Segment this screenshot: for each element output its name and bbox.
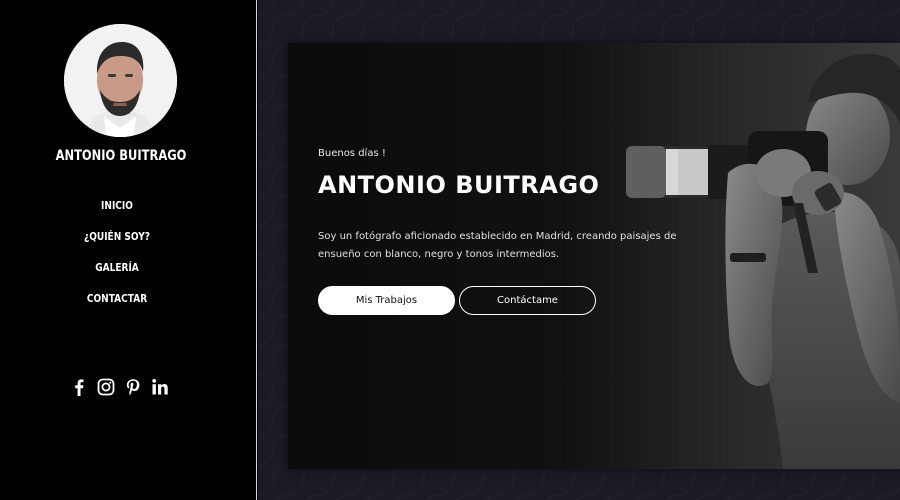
facebook-icon[interactable] <box>70 378 88 396</box>
my-works-button[interactable]: Mis Trabajos <box>318 286 455 315</box>
nav-item-galeria[interactable]: GALERÍA <box>21 258 213 289</box>
photographer-image <box>626 53 900 469</box>
profile-name: ANTONIO BUITRAGO <box>55 148 187 164</box>
nav-item-quien-soy[interactable]: ¿QUIÉN SOY? <box>21 227 213 258</box>
nav-item-contactar[interactable]: CONTACTAR <box>21 289 213 320</box>
pinterest-icon[interactable] <box>124 378 142 396</box>
social-links <box>70 376 180 398</box>
sidebar: ANTONIO BUITRAGO INICIO ¿QUIÉN SOY? GALE… <box>0 0 257 500</box>
instagram-icon[interactable] <box>97 378 115 396</box>
hero-greeting: Buenos días ! <box>318 148 386 159</box>
main-nav: INICIO ¿QUIÉN SOY? GALERÍA CONTACTAR <box>0 196 234 320</box>
linkedin-icon[interactable] <box>151 378 169 396</box>
avatar-illustration <box>64 24 177 137</box>
main-content: Buenos días ! ANTONIO BUITRAGO Soy un fo… <box>258 0 900 500</box>
nav-item-inicio[interactable]: INICIO <box>21 196 213 227</box>
contact-me-button[interactable]: Contáctame <box>459 286 596 315</box>
hero-banner: Buenos días ! ANTONIO BUITRAGO Soy un fo… <box>288 43 900 469</box>
avatar[interactable] <box>64 24 177 137</box>
hero-title: ANTONIO BUITRAGO <box>318 171 600 199</box>
